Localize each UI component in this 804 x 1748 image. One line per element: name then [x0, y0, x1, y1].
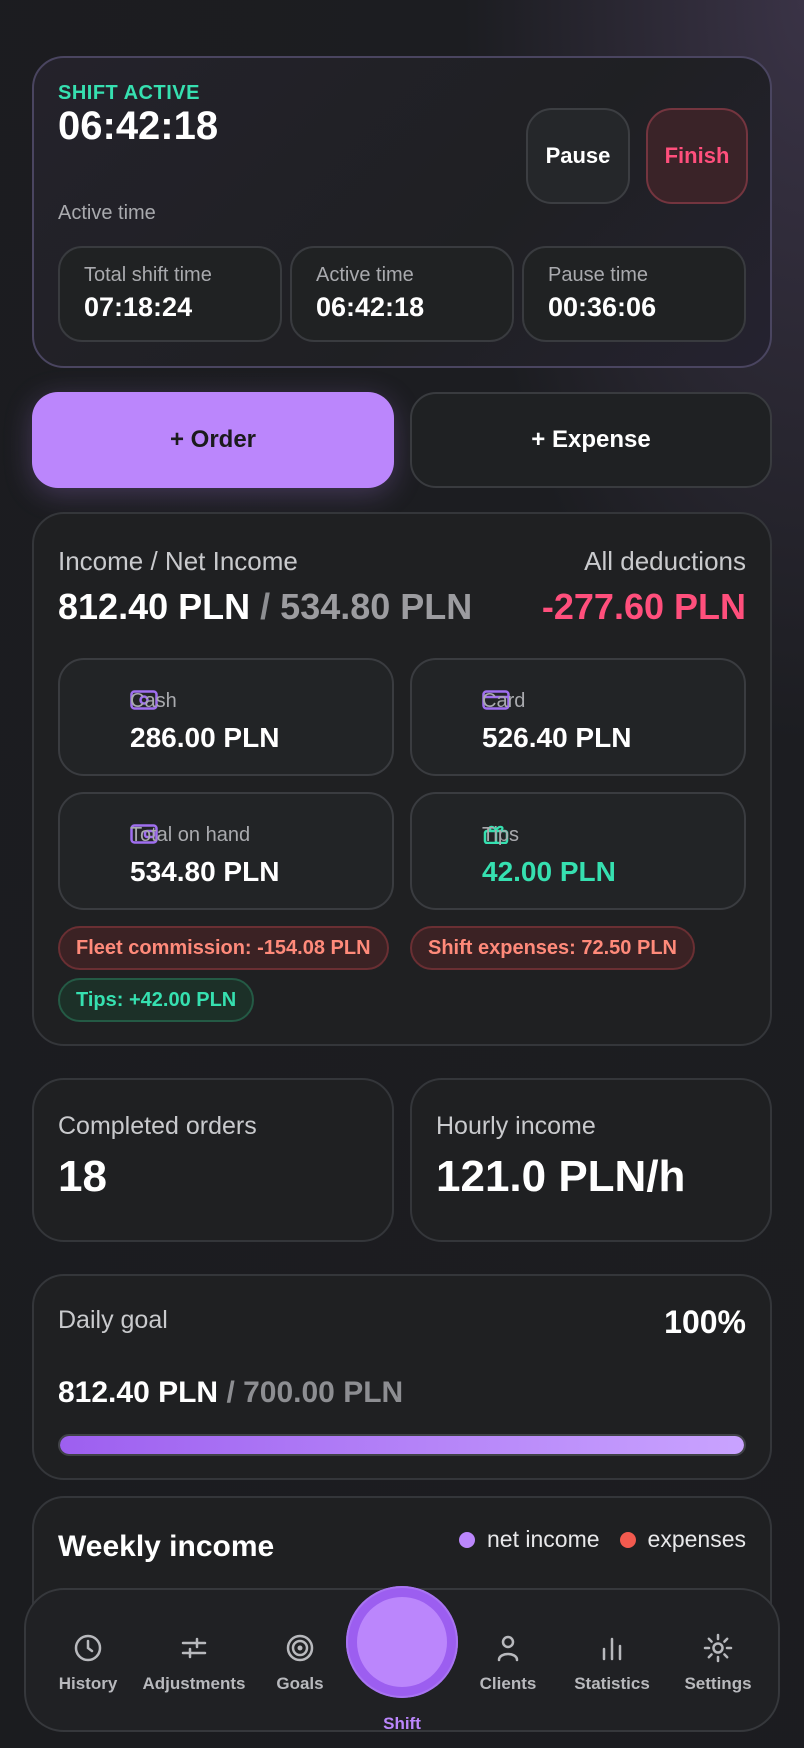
tile-value: 534.80 PLN [130, 856, 280, 887]
fleet-commission-chip: Fleet commission: -154.08 PLN [58, 926, 389, 970]
tile-value: 06:42:18 [316, 292, 425, 322]
target-icon [286, 1634, 314, 1662]
daily-goal-card: Daily goal 100% 812.40 PLN / 700.00 PLN [32, 1274, 772, 1480]
tile-label: Cash [130, 690, 177, 712]
nav-item-history[interactable]: History [38, 1632, 138, 1694]
gear-icon [703, 1633, 733, 1663]
income-separator: / [260, 586, 271, 627]
tile-value: 526.40 PLN [482, 722, 632, 753]
shift-fab-label[interactable]: Shift [346, 1714, 458, 1734]
clock-icon [74, 1634, 102, 1662]
gross-income: 812.40 PLN [58, 586, 251, 627]
nav-label: Clients [479, 1674, 537, 1693]
nav-label: History [58, 1674, 118, 1693]
income-card: Income / Net Income 812.40 PLN / 534.80 … [32, 512, 772, 1046]
tile-label: Total on hand [130, 824, 251, 846]
chart-legend: net income expenses [459, 1526, 746, 1553]
nav-item-statistics[interactable]: Statistics [562, 1632, 662, 1694]
total-shift-time-tile: Total shift time 07:18:24 [58, 246, 282, 342]
completed-orders-card: Completed orders 18 [32, 1078, 394, 1242]
nav-label: Settings [684, 1674, 752, 1693]
net-income-legend-dot [459, 1531, 476, 1548]
finish-button[interactable]: Finish [646, 108, 748, 204]
pause-button[interactable]: Pause [526, 108, 630, 204]
tile-label: Active time [316, 264, 414, 286]
income-title: Income / Net Income [58, 546, 298, 576]
goal-label: Daily goal [58, 1306, 168, 1334]
tile-label: Total shift time [84, 264, 212, 286]
tile-value: 07:18:24 [84, 292, 193, 322]
goal-values: 812.40 PLN / 700.00 PLN [58, 1376, 403, 1410]
goal-progress-bar [58, 1434, 746, 1456]
tile-value: 42.00 PLN [482, 856, 616, 887]
person-icon [497, 1635, 519, 1662]
shift-subtitle: Active time [58, 202, 156, 224]
tile-value: 00:36:06 [548, 292, 657, 322]
nav-label: Statistics [574, 1674, 650, 1693]
stat-label: Hourly income [436, 1112, 596, 1140]
tile-label: Card [482, 690, 526, 712]
goal-target: / 700.00 PLN [226, 1376, 404, 1409]
deductions-value: -277.60 PLN [541, 586, 746, 627]
net-income: 534.80 PLN [280, 586, 473, 627]
stat-value: 121.0 PLN/h [436, 1152, 686, 1201]
shift-expenses-chip: Shift expenses: 72.50 PLN [410, 926, 695, 970]
income-values: 812.40 PLN / 534.80 PLN [58, 586, 472, 628]
tile-label: Pause time [548, 264, 649, 286]
expenses-legend-dot [619, 1531, 636, 1548]
tile-label: Tips [482, 824, 520, 846]
net-income-legend-label: net income [487, 1526, 600, 1552]
sliders-icon [181, 1637, 207, 1659]
shift-status: SHIFT ACTIVE [58, 82, 200, 104]
bar-chart-icon [602, 1637, 622, 1661]
tips-tile: Tips 42.00 PLN [410, 792, 746, 910]
shift-fab-button[interactable] [346, 1586, 458, 1698]
active-time-tile: Active time 06:42:18 [290, 246, 514, 342]
nav-item-adjustments[interactable]: Adjustments [142, 1632, 246, 1694]
nav-label: Goals [276, 1674, 324, 1693]
add-expense-button[interactable]: + Expense [410, 392, 772, 488]
stat-value: 18 [58, 1152, 107, 1201]
nav-item-clients[interactable]: Clients [458, 1632, 558, 1694]
goal-percent: 100% [664, 1304, 746, 1340]
shift-card: SHIFT ACTIVE 06:42:18 Active time Pause … [32, 56, 772, 368]
shift-fab-inner [357, 1597, 447, 1687]
weekly-title: Weekly income [58, 1530, 275, 1563]
nav-item-settings[interactable]: Settings [668, 1632, 768, 1694]
tips-chip: Tips: +42.00 PLN [58, 978, 255, 1022]
stat-label: Completed orders [58, 1112, 257, 1140]
deductions-title: All deductions [584, 546, 746, 576]
goal-progress-fill [60, 1436, 744, 1454]
hourly-income-card: Hourly income 121.0 PLN/h [410, 1078, 772, 1242]
shift-clock: 06:42:18 [58, 104, 219, 148]
cash-tile: Cash 286.00 PLN [58, 658, 394, 776]
nav-item-goals[interactable]: Goals [250, 1632, 350, 1694]
add-order-button[interactable]: + Order [32, 392, 394, 488]
tile-value: 286.00 PLN [130, 722, 280, 753]
nav-label: Adjustments [142, 1674, 246, 1693]
pause-time-tile: Pause time 00:36:06 [522, 246, 746, 342]
total-on-hand-tile: Total on hand 534.80 PLN [58, 792, 394, 910]
expenses-legend-label: expenses [647, 1526, 746, 1552]
card-tile: Card 526.40 PLN [410, 658, 746, 776]
goal-current: 812.40 PLN [58, 1376, 219, 1409]
